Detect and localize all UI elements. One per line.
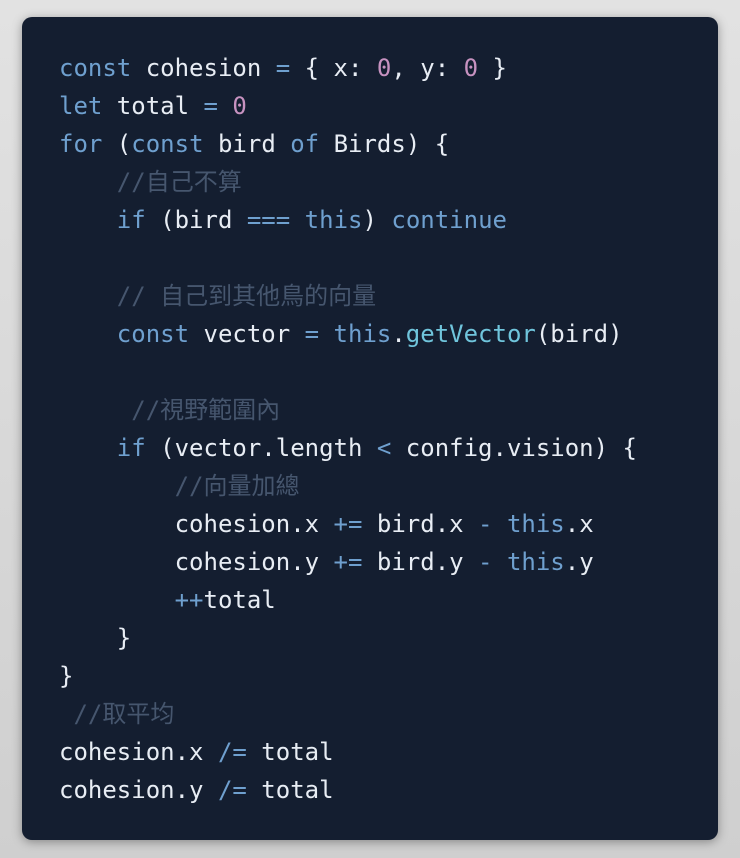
code-line: cohesion.y += bird.y - this.y <box>59 543 637 581</box>
code-line: for (const bird of Birds) { <box>59 125 637 163</box>
code-text-token: } <box>59 662 74 690</box>
code-line: //向量加總 <box>59 467 637 505</box>
code-text-token: config.vision) { <box>391 434 637 462</box>
keyword-token: this <box>304 206 363 234</box>
code-text-token: } <box>478 54 507 82</box>
operator-token: /= <box>217 738 247 766</box>
code-text-token: total <box>203 586 276 614</box>
code-text-token: cohesion.x <box>59 738 218 766</box>
code-text-token: , y: <box>391 54 464 82</box>
code-line: //取平均 <box>59 695 637 733</box>
code-line: const vector = this.getVector(bird) <box>59 315 637 353</box>
code-text-token: bird <box>203 130 291 158</box>
comment-token: //取平均 <box>73 700 175 728</box>
code-text-token: cohesion.y <box>59 776 218 804</box>
code-text-token: cohesion <box>131 54 276 82</box>
comment-token: //自己不算 <box>116 168 242 196</box>
code-line: //自己不算 <box>59 163 637 201</box>
code-text-token: (bird <box>145 206 247 234</box>
keyword-token: const <box>131 130 204 158</box>
code-text-token: Birds) { <box>319 130 450 158</box>
code-text-token: .y <box>564 548 594 576</box>
code-text-token: cohesion.x <box>59 510 334 538</box>
keyword-token: if <box>116 434 146 462</box>
keyword-token: const <box>116 320 190 348</box>
code-line: cohesion.x /= total <box>59 733 637 771</box>
keyword-token: const <box>59 54 132 82</box>
code-line: } <box>59 657 637 695</box>
operator-token: = <box>203 92 218 120</box>
code-text-token: bird.x <box>362 510 479 538</box>
code-text-token: (vector.length <box>145 434 377 462</box>
operator-token: = <box>304 320 320 348</box>
keyword-token: if <box>116 206 146 234</box>
keyword-token: this <box>333 320 392 348</box>
code-card: const cohesion = { x: 0, y: 0 } let total… <box>22 17 718 840</box>
code-text-token: total <box>246 738 334 766</box>
code-line: const cohesion = { x: 0, y: 0 } <box>59 49 637 87</box>
code-line: // 自己到其他鳥的向量 <box>59 277 637 315</box>
operator-token: /= <box>217 776 247 804</box>
operator-token: ++ <box>174 586 204 614</box>
code-text-token: cohesion.y <box>59 548 334 576</box>
keyword-token: for <box>59 130 103 158</box>
number-token: 0 <box>376 54 392 82</box>
number-token: 0 <box>463 54 479 82</box>
code-line: cohesion.y /= total <box>59 771 637 809</box>
code-line: if (bird === this) continue <box>59 201 637 239</box>
operator-token: - <box>478 548 493 576</box>
code-text-token: .x <box>564 510 594 538</box>
code-text-token: total <box>102 92 204 120</box>
number-token: 0 <box>232 92 247 120</box>
code-line: } <box>59 619 637 657</box>
code-text-token: ( <box>102 130 132 158</box>
code-text-token: . <box>391 320 406 348</box>
code-block: const cohesion = { x: 0, y: 0 } let total… <box>59 49 637 809</box>
code-line: //視野範圍內 <box>59 391 637 429</box>
code-text-token: vector <box>189 320 305 348</box>
operator-token: += <box>333 510 363 538</box>
operator-token: = <box>275 54 291 82</box>
comment-token: //視野範圍內 <box>131 396 281 424</box>
keyword-token: continue <box>391 206 507 234</box>
code-line: if (vector.length < config.vision) { <box>59 429 637 467</box>
code-line: let total = 0 <box>59 87 637 125</box>
comment-token: // 自己到其他鳥的向量 <box>116 282 377 310</box>
operator-token: - <box>478 510 493 538</box>
code-text-token: total <box>246 776 334 804</box>
code-line: cohesion.x += bird.x - this.x <box>59 505 637 543</box>
code-text-token: } <box>59 624 132 652</box>
keyword-token: this <box>506 548 565 576</box>
comment-token: //向量加總 <box>174 472 300 500</box>
keyword-token: of <box>290 130 320 158</box>
operator-token: === <box>246 206 291 234</box>
code-text-token: bird.y <box>362 548 479 576</box>
operator-token: += <box>333 548 363 576</box>
operator-token: < <box>376 434 392 462</box>
function-token: getVector <box>405 320 536 348</box>
code-text-token: (bird) <box>535 320 623 348</box>
code-line: ++total <box>59 581 637 619</box>
keyword-token: this <box>506 510 565 538</box>
code-text-token: { x: <box>290 54 377 82</box>
keyword-token: let <box>59 92 103 120</box>
code-text-token: ) <box>362 206 392 234</box>
